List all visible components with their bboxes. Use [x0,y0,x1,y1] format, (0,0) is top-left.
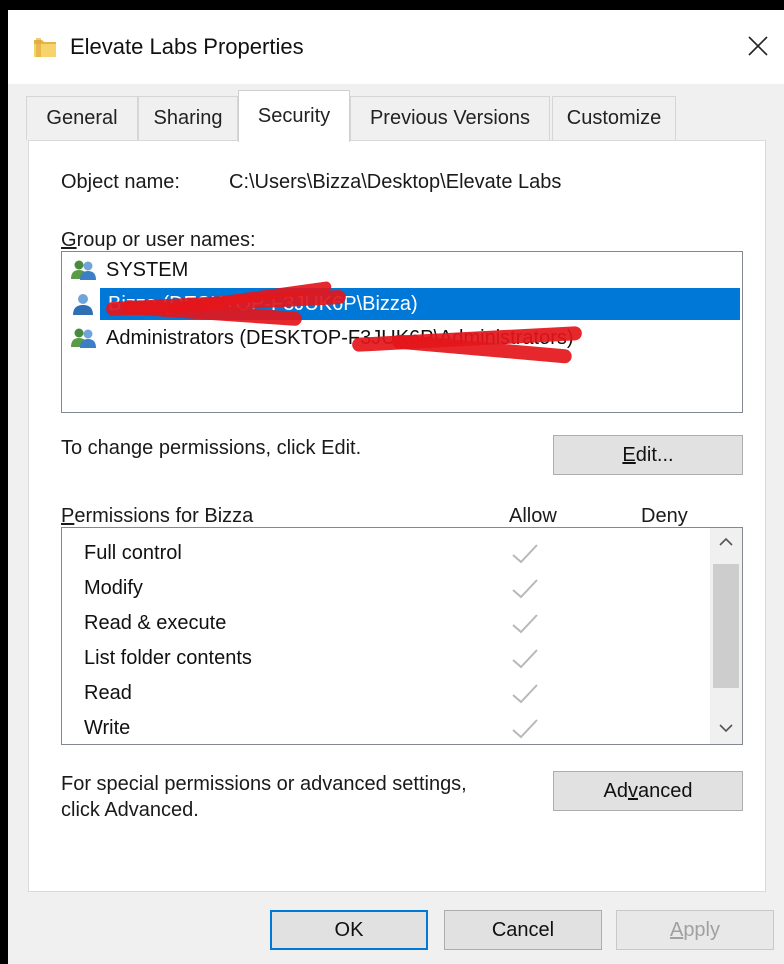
advanced-button[interactable]: Ad v anced [553,771,743,811]
security-panel: Object name: C:\Users\Bizza\Desktop\Elev… [28,140,766,892]
permission-row: Full control [84,536,704,570]
apply-button[interactable]: Apply [616,910,774,950]
window-title: Elevate Labs Properties [70,34,304,59]
permission-name: Modify [84,576,143,599]
group-users-icon [70,259,98,281]
deny-column-header: Deny [641,505,688,527]
permissions-scrollbar[interactable] [710,528,742,744]
allow-checkmark-icon [510,577,540,601]
list-item-system[interactable]: SYSTEM [70,254,188,286]
properties-window: Elevate Labs Properties General Sharing … [8,10,784,964]
chevron-down-icon [719,720,733,738]
permission-row: Read [84,676,704,710]
permissions-for-label: Permissions for Bizza [61,505,254,527]
user-item-icon-cell [70,288,100,320]
tab-previous-versions[interactable]: Previous Versions [350,96,550,140]
title-bar[interactable]: Elevate Labs Properties [8,10,784,84]
permission-name: Write [84,716,131,739]
allow-checkmark-icon [510,612,540,636]
scroll-down-button[interactable] [710,714,742,744]
permission-row: List folder contents [84,641,704,675]
tab-sharing[interactable]: Sharing [138,96,238,140]
close-icon [747,35,769,62]
advanced-hint-line-1: For special permissions or advanced sett… [61,773,467,795]
allow-checkmark-icon [510,717,540,741]
permission-row: Modify [84,571,704,605]
permission-name: Read [84,681,132,704]
tab-security[interactable]: Security [238,90,350,142]
cancel-button[interactable]: Cancel [444,910,602,950]
permission-name: Full control [84,541,182,564]
allow-checkmark-icon [510,542,540,566]
tab-customize[interactable]: Customize [552,96,676,140]
change-permissions-hint: To change permissions, click Edit. [61,437,362,459]
chevron-up-icon [719,534,733,552]
scrollbar-thumb[interactable] [713,564,739,688]
group-users-icon [70,327,98,349]
close-button[interactable] [740,32,776,64]
group-or-user-names-label: Group or user names: [61,229,256,251]
permission-name: List folder contents [84,646,252,669]
scroll-up-button[interactable] [710,528,742,558]
permission-name: Read & execute [84,611,227,634]
permissions-list[interactable]: Write Read List folder contents Read & exec… [61,527,743,745]
allow-checkmark-icon [510,647,540,671]
user-list[interactable]: SYSTEM Bizza (DESKTOP-F3JUK6P\Bizza) [61,251,743,413]
allow-checkmark-icon [510,682,540,706]
permission-row: Write [84,711,704,744]
allow-column-header: Allow [509,505,557,527]
tab-general[interactable]: General [26,96,138,140]
object-name-label: Object name: [61,171,180,193]
folder-icon [32,34,58,60]
advanced-hint-line-2: click Advanced. [61,799,199,821]
permission-row: Read & execute [84,606,704,640]
ok-button[interactable]: OK [270,910,428,950]
object-name-value: C:\Users\Bizza\Desktop\Elevate Labs [229,171,562,193]
user-icon [70,293,98,315]
edit-button[interactable]: Edit... [553,435,743,475]
